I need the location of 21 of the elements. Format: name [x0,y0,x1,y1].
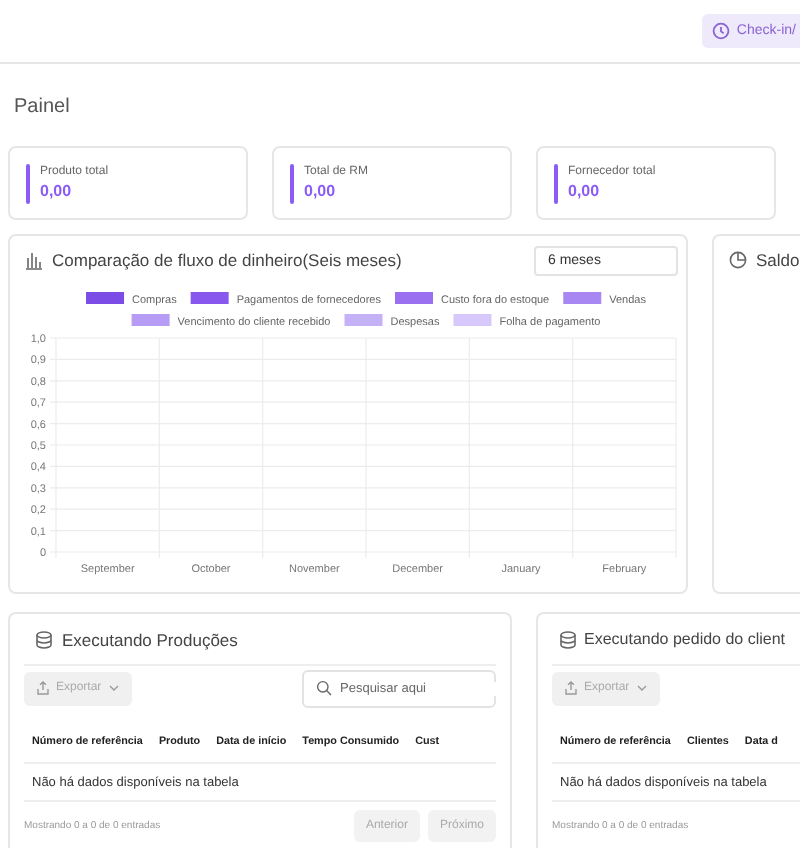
card-title: Executando pedido do client [584,630,786,648]
chevron-down-icon [107,684,120,692]
card-title: Comparação de fluxo de dinheiro(Seis meses) [52,250,402,270]
stat-value: 0,00 [568,182,602,200]
clock-icon [712,22,731,40]
search-icon [316,680,332,696]
card-title: Saldo [756,250,800,270]
chevron-down-icon [635,684,648,692]
stat-value: 0,00 [40,182,74,200]
database-icon [558,629,578,649]
accent-bar [290,163,294,203]
upload-icon [564,680,578,696]
stat-value: 0,00 [304,182,338,200]
accent-bar [26,163,30,203]
accent-bar [554,163,558,203]
bar-chart-icon [24,250,44,270]
upload-icon [36,680,50,696]
pie-chart-icon [728,250,748,270]
card-title: Executando Produções [62,629,238,649]
page-title: Painel [14,96,72,122]
database-icon [34,629,54,649]
